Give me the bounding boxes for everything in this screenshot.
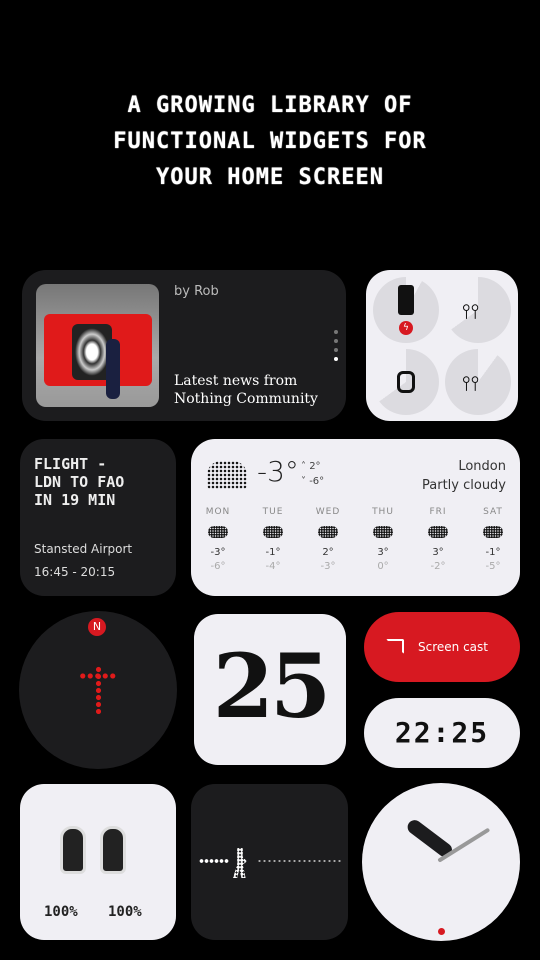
cloud-icon (263, 526, 283, 538)
flight-airport: Stansted Airport (34, 542, 133, 556)
weather-widget[interactable]: -3° ˄ 2° ˅ -6° London Partly cloudy MON … (191, 439, 520, 596)
charging-icon: ϟ (399, 321, 413, 335)
news-title-line: Latest news from (174, 373, 298, 389)
flight-line: FLIGHT - (34, 455, 107, 473)
forecast-day: FRI 3° -2° (418, 507, 458, 572)
earbud-left-battery: 100% (44, 904, 78, 920)
day-low: -5° (485, 561, 501, 572)
day-low: -2° (430, 561, 446, 572)
day-high: -1° (485, 547, 501, 558)
flight-title: FLIGHT - LDN TO FAO IN 19 MIN (34, 455, 124, 509)
day-high: 3° (377, 547, 389, 558)
battery-phone: ϟ (373, 277, 439, 343)
second-dot (438, 928, 445, 935)
cloud-icon (428, 526, 448, 538)
flight-line: IN 19 MIN (34, 491, 116, 509)
battery-watch (373, 349, 439, 415)
flight-times: 16:45 - 20:15 (34, 565, 116, 579)
progress-done (199, 859, 229, 863)
date-widget[interactable]: 25 (194, 614, 346, 765)
earbud-left-image (60, 826, 86, 874)
day-name: SAT (483, 507, 503, 517)
headline-line: YOUR HOME SCREEN (156, 165, 384, 190)
watch-icon (397, 371, 415, 393)
cloud-icon (483, 526, 503, 538)
phone-icon (398, 285, 414, 315)
day-high: 2° (322, 547, 334, 558)
day-low: -4° (265, 561, 281, 572)
cast-icon (386, 639, 404, 654)
flight-line: LDN TO FAO (34, 473, 125, 491)
earbuds-icon: ⫯⫯ (462, 299, 480, 323)
battery-earbuds-1: ⫯⫯ (445, 277, 511, 343)
earbud-right-battery: 100% (108, 904, 142, 920)
forecast-day: THU 3° 0° (363, 507, 403, 572)
day-low: -6° (210, 561, 226, 572)
battery-widget[interactable]: ϟ ⫯⫯ ⫯⫯ (366, 270, 518, 421)
earbud-right-image (100, 826, 126, 874)
walking-person-icon (233, 848, 247, 878)
weather-condition: Partly cloudy (422, 478, 506, 493)
day-name: THU (372, 507, 394, 517)
cloud-icon (318, 526, 338, 538)
date-day: 25 (212, 634, 331, 738)
partly-cloudy-icon (207, 461, 247, 489)
news-author: by Rob (174, 284, 219, 299)
earbuds-icon: ⫯⫯ (462, 371, 480, 395)
forecast-day: TUE -1° -4° (253, 507, 293, 572)
screencast-label: Screen cast (418, 640, 488, 654)
day-high: 3° (432, 547, 444, 558)
day-low: 0° (377, 561, 389, 572)
day-name: WED (315, 507, 341, 517)
forecast-day: WED 2° -3° (308, 507, 348, 572)
headline-line: FUNCTIONAL WIDGETS FOR (113, 129, 427, 154)
weather-city: London (458, 459, 506, 474)
day-name: MON (205, 507, 231, 517)
down-icon: ˅ (301, 476, 310, 487)
day-high: -1° (265, 547, 281, 558)
current-temp: -3° (257, 455, 299, 488)
high-temp: 2° (309, 461, 321, 472)
earbuds-widget[interactable]: 100% 100% (20, 784, 176, 940)
digital-time: 22:25 (394, 716, 490, 749)
progress-remaining (257, 860, 341, 862)
forecast-day: MON -3° -6° (198, 507, 238, 572)
day-name: TUE (262, 507, 284, 517)
north-indicator: N (88, 618, 106, 636)
forecast-day: SAT -1° -5° (473, 507, 513, 572)
analog-clock-widget[interactable] (362, 783, 520, 941)
page-indicator[interactable] (334, 330, 338, 361)
news-image (36, 284, 159, 407)
battery-earbuds-2: ⫯⫯ (445, 349, 511, 415)
news-title-line: Nothing Community (174, 391, 318, 407)
cloud-icon (373, 526, 393, 538)
low-temp: -6° (309, 476, 325, 487)
day-low: -3° (320, 561, 336, 572)
news-widget[interactable]: by Rob Latest news from Nothing Communit… (22, 270, 346, 421)
up-icon: ˄ (301, 461, 310, 472)
temp-range: ˄ 2° ˅ -6° (301, 459, 324, 489)
flight-widget[interactable]: FLIGHT - LDN TO FAO IN 19 MIN Stansted A… (20, 439, 176, 596)
cloud-icon (208, 526, 228, 538)
day-name: FRI (429, 507, 447, 517)
headline-line: A GROWING LIBRARY OF (127, 93, 413, 118)
day-high: -3° (210, 547, 226, 558)
compass-widget[interactable]: N (19, 611, 177, 769)
screencast-button[interactable]: Screen cast (364, 612, 520, 682)
steps-widget[interactable] (191, 784, 348, 940)
headline: A GROWING LIBRARY OF FUNCTIONAL WIDGETS … (0, 88, 540, 196)
digital-clock-widget[interactable]: 22:25 (364, 698, 520, 768)
news-title: Latest news from Nothing Community (174, 372, 318, 408)
